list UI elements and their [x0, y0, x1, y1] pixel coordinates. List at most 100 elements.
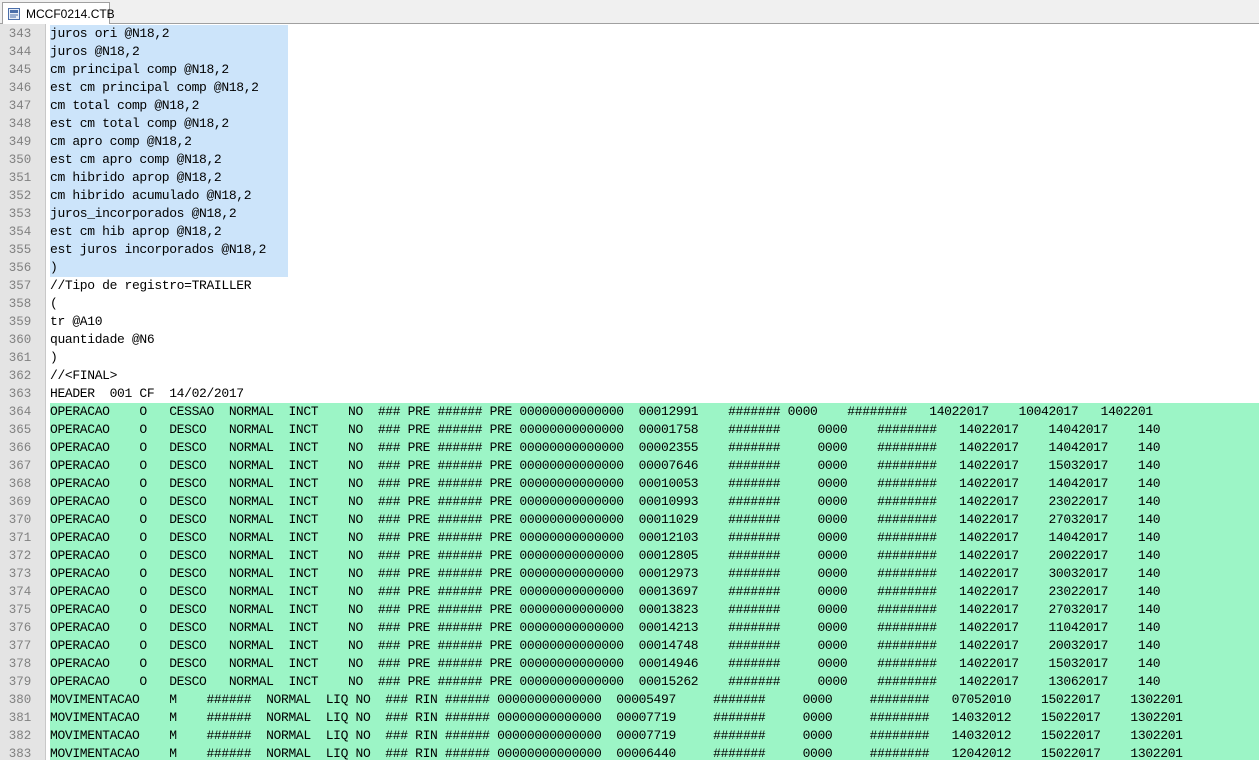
editor-line[interactable]: 375 OPERACAO O DESCO NORMAL INCT NO ### P…	[0, 601, 1259, 619]
line-text: )	[50, 259, 288, 277]
line-text: OPERACAO O DESCO NORMAL INCT NO ### PRE …	[50, 458, 1161, 473]
editor-line[interactable]: 368 OPERACAO O DESCO NORMAL INCT NO ### P…	[0, 475, 1259, 493]
line-text: OPERACAO O DESCO NORMAL INCT NO ### PRE …	[50, 422, 1161, 437]
line-number: 343	[8, 27, 32, 41]
tab-mccf0214[interactable]: MCCF0214.CTB	[2, 2, 115, 24]
editor-line[interactable]: 382 MOVIMENTACAO M ###### NORMAL LIQ NO #…	[0, 727, 1259, 745]
editor-line[interactable]: 373 OPERACAO O DESCO NORMAL INCT NO ### P…	[0, 565, 1259, 583]
line-number: 383	[8, 747, 32, 760]
editor-line[interactable]: 360 quantidade @N6	[0, 331, 1259, 349]
line-text: //Tipo de registro=TRAILLER	[50, 278, 252, 293]
line-number: 346	[8, 81, 32, 95]
editor-line[interactable]: 346 est cm principal comp @N18,2	[0, 79, 1259, 97]
editor-line[interactable]: 380 MOVIMENTACAO M ###### NORMAL LIQ NO #…	[0, 691, 1259, 709]
editor-line[interactable]: 369 OPERACAO O DESCO NORMAL INCT NO ### P…	[0, 493, 1259, 511]
line-text: OPERACAO O DESCO NORMAL INCT NO ### PRE …	[50, 620, 1161, 635]
line-text: OPERACAO O DESCO NORMAL INCT NO ### PRE …	[50, 566, 1161, 581]
line-text: OPERACAO O DESCO NORMAL INCT NO ### PRE …	[50, 638, 1161, 653]
editor-line[interactable]: 377 OPERACAO O DESCO NORMAL INCT NO ### P…	[0, 637, 1259, 655]
editor-line[interactable]: 361)	[0, 349, 1259, 367]
line-number: 348	[8, 117, 32, 131]
editor-line[interactable]: 374 OPERACAO O DESCO NORMAL INCT NO ### P…	[0, 583, 1259, 601]
editor-line[interactable]: 370 OPERACAO O DESCO NORMAL INCT NO ### P…	[0, 511, 1259, 529]
line-number: 351	[8, 171, 32, 185]
line-text: OPERACAO O DESCO NORMAL INCT NO ### PRE …	[50, 584, 1161, 599]
editor-line[interactable]: 350 est cm apro comp @N18,2	[0, 151, 1259, 169]
editor-line[interactable]: 358 (	[0, 295, 1259, 313]
line-text: est cm total comp @N18,2	[50, 115, 288, 133]
editor-line[interactable]: 344 juros @N18,2	[0, 43, 1259, 61]
line-text: OPERACAO O DESCO NORMAL INCT NO ### PRE …	[50, 440, 1161, 455]
editor-line[interactable]: 357 //Tipo de registro=TRAILLER	[0, 277, 1259, 295]
line-number: 356	[8, 261, 32, 275]
line-number: 370	[8, 513, 32, 527]
line-number: 344	[8, 45, 32, 59]
line-number: 350	[8, 153, 32, 167]
editor-line[interactable]: 343 juros ori @N18,2	[0, 25, 1259, 43]
line-text: MOVIMENTACAO M ###### NORMAL LIQ NO ### …	[50, 746, 1183, 760]
editor-line[interactable]: 345 cm principal comp @N18,2	[0, 61, 1259, 79]
line-number: 368	[8, 477, 32, 491]
text-editor[interactable]: 343 juros ori @N18,2 344 juros @N18,2 345 cm …	[0, 24, 1259, 760]
line-number: 363	[8, 387, 32, 401]
line-text: cm total comp @N18,2	[50, 97, 288, 115]
editor-line[interactable]: 356)	[0, 259, 1259, 277]
editor-line[interactable]: 371 OPERACAO O DESCO NORMAL INCT NO ### P…	[0, 529, 1259, 547]
tab-title: MCCF0214.CTB	[26, 6, 115, 21]
line-text: juros_incorporados @N18,2	[50, 205, 288, 223]
line-number: 372	[8, 549, 32, 563]
line-text: OPERACAO O DESCO NORMAL INCT NO ### PRE …	[50, 494, 1161, 509]
line-number: 377	[8, 639, 32, 653]
editor-line[interactable]: 351 cm hibrido aprop @N18,2	[0, 169, 1259, 187]
line-text: MOVIMENTACAO M ###### NORMAL LIQ NO ### …	[50, 728, 1183, 743]
editor-line[interactable]: 366 OPERACAO O DESCO NORMAL INCT NO ### P…	[0, 439, 1259, 457]
line-text: MOVIMENTACAO M ###### NORMAL LIQ NO ### …	[50, 692, 1183, 707]
line-text: (	[50, 296, 58, 311]
tab-bar: MCCF0214.CTB	[0, 0, 1259, 24]
editor-line[interactable]: 383 MOVIMENTACAO M ###### NORMAL LIQ NO #…	[0, 745, 1259, 760]
editor-line[interactable]: 354 est cm hib aprop @N18,2	[0, 223, 1259, 241]
editor-line[interactable]: 379 OPERACAO O DESCO NORMAL INCT NO ### P…	[0, 673, 1259, 691]
editor-line[interactable]: 348 est cm total comp @N18,2	[0, 115, 1259, 133]
line-number: 360	[8, 333, 32, 347]
editor-line[interactable]: 364 OPERACAO O CESSAO NORMAL INCT NO ### …	[0, 403, 1259, 421]
line-text: cm hibrido acumulado @N18,2	[50, 187, 288, 205]
line-number: 375	[8, 603, 32, 617]
editor-line[interactable]: 367 OPERACAO O DESCO NORMAL INCT NO ### P…	[0, 457, 1259, 475]
editor-line[interactable]: 372 OPERACAO O DESCO NORMAL INCT NO ### P…	[0, 547, 1259, 565]
line-number: 381	[8, 711, 32, 725]
line-text: OPERACAO O DESCO NORMAL INCT NO ### PRE …	[50, 602, 1161, 617]
line-number: 358	[8, 297, 32, 311]
editor-line[interactable]: 376 OPERACAO O DESCO NORMAL INCT NO ### P…	[0, 619, 1259, 637]
line-text: cm apro comp @N18,2	[50, 133, 288, 151]
line-number: 382	[8, 729, 32, 743]
line-number: 380	[8, 693, 32, 707]
line-number: 373	[8, 567, 32, 581]
line-text: MOVIMENTACAO M ###### NORMAL LIQ NO ### …	[50, 710, 1183, 725]
line-number: 366	[8, 441, 32, 455]
line-number: 357	[8, 279, 32, 293]
line-text: juros ori @N18,2	[50, 25, 288, 43]
editor-line[interactable]: 365 OPERACAO O DESCO NORMAL INCT NO ### P…	[0, 421, 1259, 439]
line-text: quantidade @N6	[50, 332, 155, 347]
editor-line[interactable]: 355 est juros incorporados @N18,2	[0, 241, 1259, 259]
line-number: 353	[8, 207, 32, 221]
line-text: OPERACAO O DESCO NORMAL INCT NO ### PRE …	[50, 656, 1161, 671]
editor-line[interactable]: 359 tr @A10	[0, 313, 1259, 331]
line-text: OPERACAO O DESCO NORMAL INCT NO ### PRE …	[50, 476, 1161, 491]
editor-line[interactable]: 362 //<FINAL>	[0, 367, 1259, 385]
line-text: HEADER 001 CF 14/02/2017	[50, 386, 244, 401]
line-number: 349	[8, 135, 32, 149]
editor-line[interactable]: 381 MOVIMENTACAO M ###### NORMAL LIQ NO #…	[0, 709, 1259, 727]
line-text: est cm hib aprop @N18,2	[50, 223, 288, 241]
editor-line[interactable]: 363 HEADER 001 CF 14/02/2017	[0, 385, 1259, 403]
line-number: 364	[8, 405, 32, 419]
line-text: )	[50, 350, 58, 365]
editor-line[interactable]: 352 cm hibrido acumulado @N18,2	[0, 187, 1259, 205]
editor-line[interactable]: 353 juros_incorporados @N18,2	[0, 205, 1259, 223]
line-number: 359	[8, 315, 32, 329]
line-text: est cm principal comp @N18,2	[50, 79, 288, 97]
editor-line[interactable]: 378 OPERACAO O DESCO NORMAL INCT NO ### P…	[0, 655, 1259, 673]
editor-line[interactable]: 349 cm apro comp @N18,2	[0, 133, 1259, 151]
editor-line[interactable]: 347 cm total comp @N18,2	[0, 97, 1259, 115]
